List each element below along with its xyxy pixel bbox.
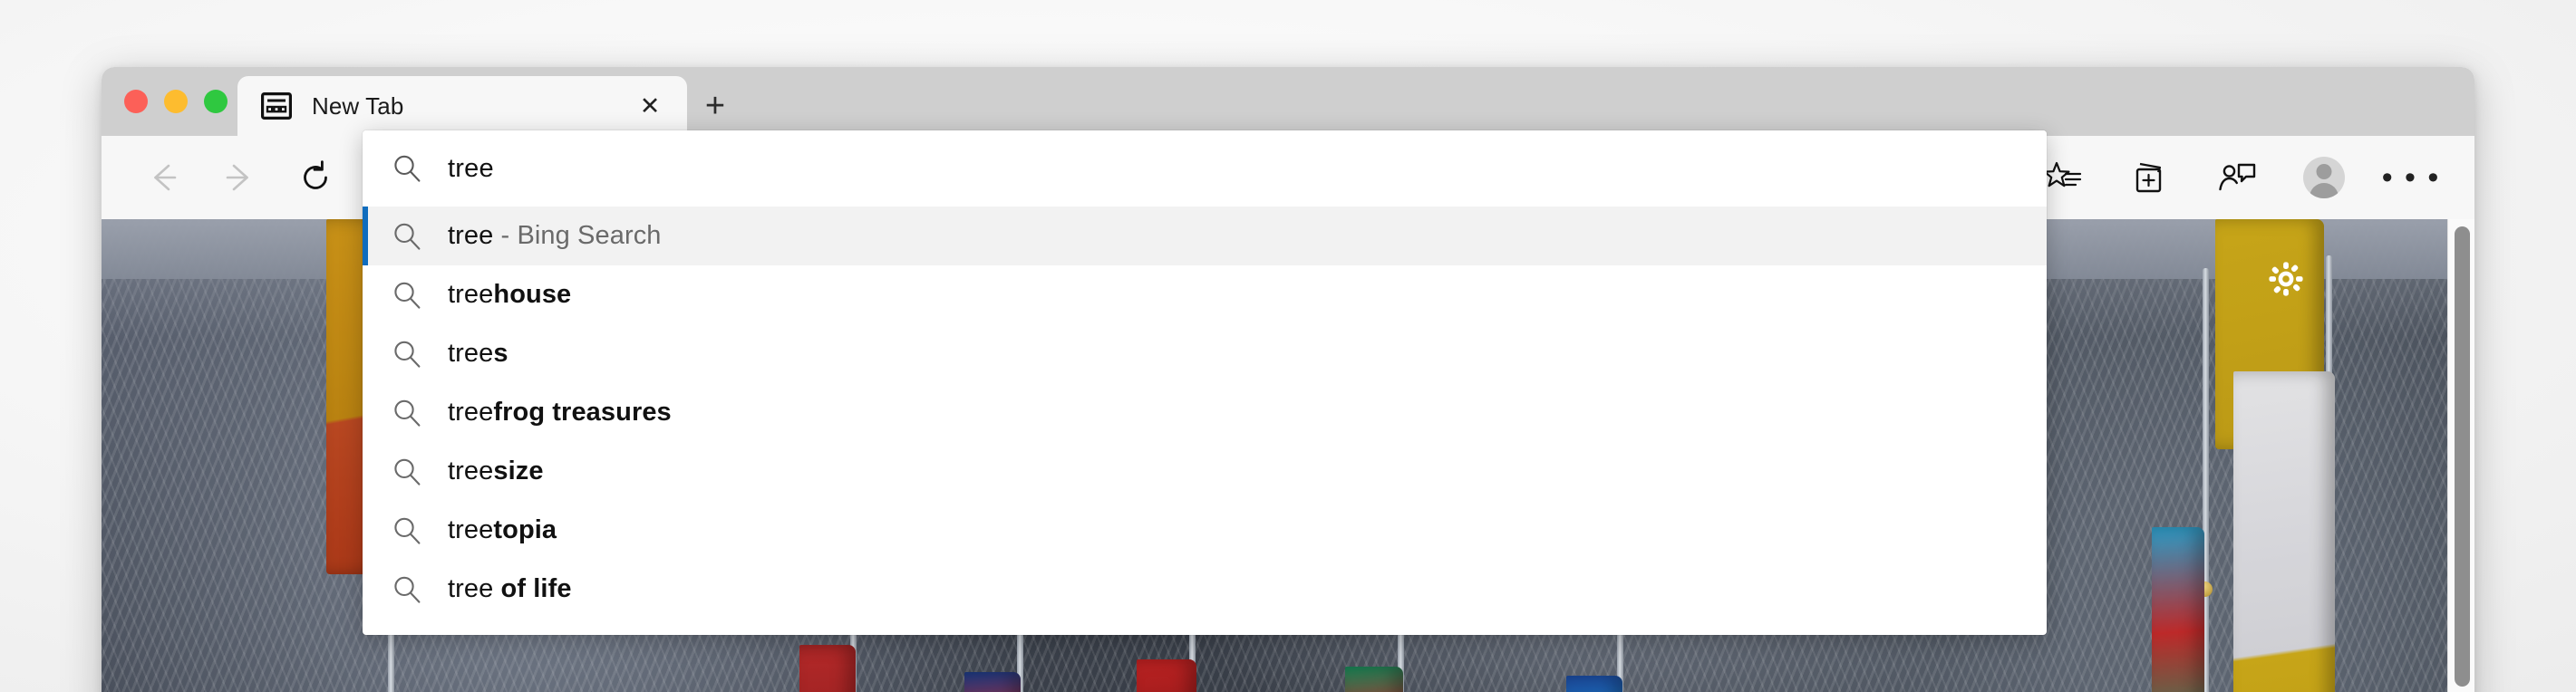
scrollbar-thumb[interactable] bbox=[2455, 226, 2470, 687]
suggestion-item-tree-of-life[interactable]: tree of life bbox=[363, 560, 2047, 619]
search-icon bbox=[392, 398, 422, 428]
favorites-icon bbox=[2043, 161, 2082, 187]
suggestion-text: treehouse bbox=[448, 280, 572, 309]
gear-icon[interactable] bbox=[2266, 259, 2306, 299]
profile-button[interactable] bbox=[2290, 143, 2358, 212]
search-icon bbox=[392, 221, 422, 252]
address-bar-input-row[interactable]: tree bbox=[363, 130, 2047, 207]
suggestion-text: trees bbox=[448, 339, 508, 368]
flag bbox=[1137, 659, 1196, 692]
search-icon bbox=[392, 153, 422, 184]
browser-essentials-icon bbox=[2219, 163, 2256, 191]
suggestion-text: tree - Bing Search bbox=[448, 221, 662, 250]
suggestion-text: treefrog treasures bbox=[448, 398, 672, 427]
title-bar: New Tab ✕ + bbox=[102, 67, 2474, 136]
tab-new-tab[interactable]: New Tab ✕ bbox=[237, 76, 687, 136]
suggestion-item-treefrog-treasures[interactable]: treefrog treasures bbox=[363, 383, 2047, 442]
more-options-icon: • • • bbox=[2381, 160, 2441, 195]
search-icon bbox=[392, 574, 422, 605]
new-tab-button[interactable]: + bbox=[687, 76, 743, 136]
flag bbox=[964, 672, 1021, 692]
avatar bbox=[2303, 157, 2345, 198]
reload-icon bbox=[304, 160, 327, 189]
tab-title: New Tab bbox=[312, 91, 404, 120]
forward-button[interactable] bbox=[201, 139, 277, 216]
flag bbox=[1345, 667, 1403, 692]
window-controls bbox=[124, 67, 228, 136]
suggestion-text: tree of life bbox=[448, 574, 572, 603]
flag bbox=[1566, 676, 1622, 692]
forward-arrow-icon bbox=[226, 164, 248, 191]
suggestion-item-treesize[interactable]: treesize bbox=[363, 442, 2047, 501]
search-icon bbox=[392, 280, 422, 311]
more-options-button[interactable]: • • • bbox=[2377, 143, 2445, 212]
back-arrow-icon bbox=[154, 164, 177, 191]
minimize-window-button[interactable] bbox=[164, 90, 188, 113]
back-button[interactable] bbox=[125, 139, 201, 216]
toolbar-right-icons: • • • bbox=[2029, 143, 2456, 212]
vertical-scrollbar[interactable] bbox=[2447, 219, 2474, 692]
suggestion-item-bing-search[interactable]: tree - Bing Search bbox=[363, 207, 2047, 265]
suggestion-item-trees[interactable]: trees bbox=[363, 324, 2047, 383]
suggestion-list: tree - Bing Search treehouse trees treefrog… bbox=[363, 207, 2047, 619]
search-icon bbox=[392, 515, 422, 546]
flag bbox=[2233, 371, 2335, 692]
reload-button[interactable] bbox=[277, 139, 353, 216]
close-window-button[interactable] bbox=[124, 90, 148, 113]
search-icon bbox=[392, 457, 422, 487]
suggestion-item-treehouse[interactable]: treehouse bbox=[363, 265, 2047, 324]
address-bar-suggestions-dropdown: tree tree - Bing Search treehouse trees tre… bbox=[363, 130, 2047, 635]
flag bbox=[799, 645, 856, 692]
address-bar-input[interactable]: tree bbox=[448, 154, 494, 184]
maximize-window-button[interactable] bbox=[204, 90, 228, 113]
suggestion-text: treesize bbox=[448, 457, 544, 485]
search-icon bbox=[392, 339, 422, 370]
tab-close-button[interactable]: ✕ bbox=[633, 89, 667, 123]
collections-icon bbox=[2135, 162, 2162, 193]
suggestion-item-treetopia[interactable]: treetopia bbox=[363, 501, 2047, 560]
tab-strip: New Tab ✕ + bbox=[237, 67, 743, 136]
flag bbox=[2152, 527, 2204, 692]
desktop-background: New Tab ✕ + • • • tree tree - Bing Searc… bbox=[0, 0, 2576, 692]
new-tab-page-icon bbox=[261, 92, 292, 120]
collections-button[interactable] bbox=[2116, 143, 2184, 212]
browser-essentials-button[interactable] bbox=[2203, 143, 2271, 212]
suggestion-text: treetopia bbox=[448, 515, 557, 544]
